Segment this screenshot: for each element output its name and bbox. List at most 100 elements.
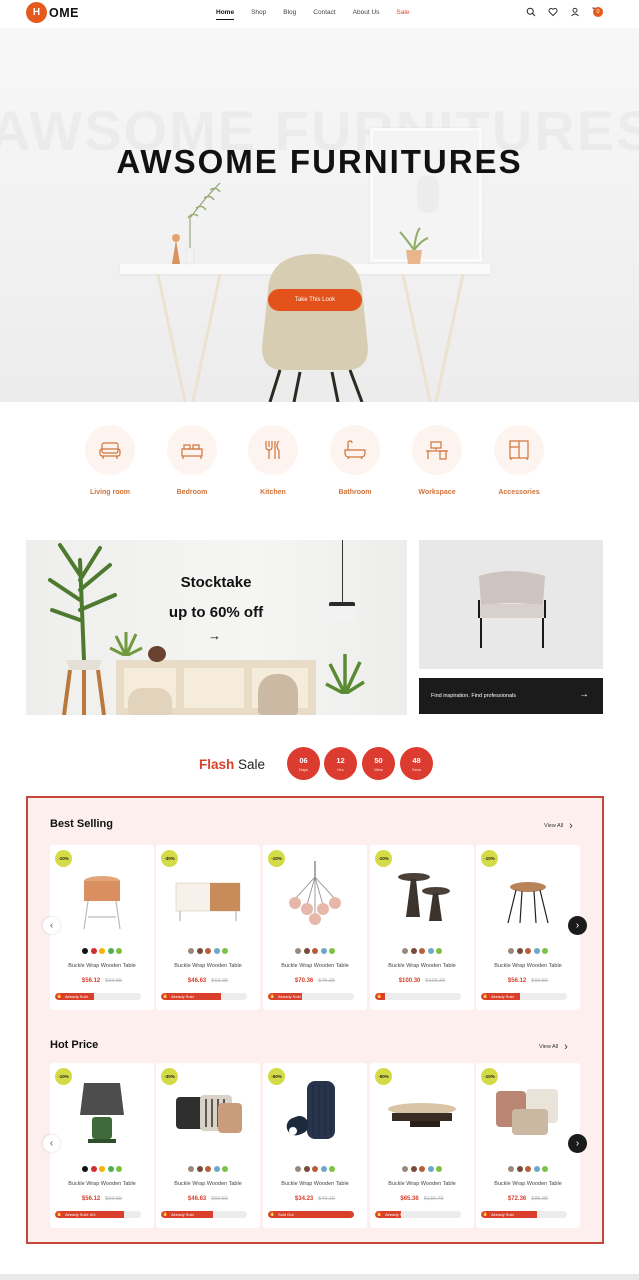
carousel-prev-button[interactable]: ‹	[43, 917, 60, 934]
product-card[interactable]: -10% Buckle Wrap Wooden Table $72.36 $85.35…	[476, 1063, 580, 1228]
arrow-right-icon[interactable]: →	[208, 628, 221, 643]
product-image[interactable]	[170, 857, 246, 933]
product-image[interactable]	[490, 857, 566, 933]
color-swatch[interactable]	[213, 1166, 220, 1172]
nav-blog[interactable]: Blog	[283, 9, 296, 16]
color-swatch[interactable]	[312, 948, 318, 954]
product-image[interactable]	[64, 857, 140, 933]
nav-about-us[interactable]: About Us	[353, 9, 380, 16]
product-card[interactable]: -10% Buckle Wrap Wooden Table $56.12 $69.55…	[50, 845, 154, 1010]
color-swatch[interactable]	[90, 1166, 97, 1172]
color-swatch[interactable]	[402, 948, 408, 954]
color-swatch[interactable]	[402, 1166, 408, 1172]
hot-price-view-all-link[interactable]: View All	[539, 1041, 568, 1053]
armchair-promo-image[interactable]	[419, 540, 603, 669]
product-name[interactable]: Buckle Wrap Wooden Table	[476, 1181, 580, 1187]
color-swatch[interactable]	[410, 1166, 417, 1172]
product-image[interactable]	[64, 1075, 140, 1151]
color-swatch[interactable]	[427, 1166, 434, 1172]
color-swatch[interactable]	[320, 948, 327, 954]
user-icon[interactable]	[569, 6, 581, 18]
color-swatch[interactable]	[542, 948, 548, 954]
product-image[interactable]	[384, 857, 460, 933]
product-image[interactable]	[384, 1075, 460, 1151]
product-name[interactable]: Buckle Wrap Wooden Table	[263, 1181, 367, 1187]
color-swatch[interactable]	[533, 948, 540, 954]
color-swatch[interactable]	[82, 948, 88, 954]
color-swatch[interactable]	[436, 948, 442, 954]
color-swatch[interactable]	[436, 1166, 442, 1172]
category-accessories[interactable]: Accessories	[479, 425, 559, 496]
color-swatch[interactable]	[99, 1166, 105, 1172]
color-swatch[interactable]	[329, 1166, 335, 1172]
search-icon[interactable]	[525, 6, 537, 18]
color-swatch[interactable]	[188, 1166, 194, 1172]
nav-home[interactable]: Home	[216, 9, 235, 20]
category-bedroom[interactable]: Bedroom	[152, 425, 232, 496]
best-selling-view-all-link[interactable]: View All	[544, 820, 573, 832]
logo[interactable]: H OME	[26, 2, 79, 23]
color-swatch[interactable]	[116, 948, 122, 954]
color-swatch[interactable]	[419, 1166, 425, 1172]
color-swatch[interactable]	[107, 1166, 114, 1172]
color-swatch[interactable]	[222, 948, 228, 954]
color-swatch[interactable]	[107, 948, 114, 954]
take-this-look-button[interactable]: Take This Look	[268, 289, 362, 311]
color-swatch[interactable]	[116, 1166, 122, 1172]
color-swatch[interactable]	[525, 948, 531, 954]
color-swatch[interactable]	[222, 1166, 228, 1172]
color-swatch[interactable]	[295, 948, 301, 954]
arrow-right-icon[interactable]: →	[579, 689, 589, 700]
color-swatch[interactable]	[419, 948, 425, 954]
product-card[interactable]: -30% Buckle Wrap Wooden Table $46.63 $50.55…	[156, 1063, 260, 1228]
color-swatch[interactable]	[196, 948, 203, 954]
product-name[interactable]: Buckle Wrap Wooden Table	[263, 963, 367, 969]
color-swatch[interactable]	[508, 948, 514, 954]
product-card[interactable]: -10% Buckle Wrap Wooden Table $56.12 $69.55…	[476, 845, 580, 1010]
product-card[interactable]: -50% Buckle Wrap Wooden Table $65.36 $130.7…	[370, 1063, 474, 1228]
nav-shop[interactable]: Shop	[251, 9, 266, 16]
color-swatch[interactable]	[320, 1166, 327, 1172]
color-swatch[interactable]	[188, 948, 194, 954]
heart-icon[interactable]	[547, 6, 559, 18]
carousel-prev-button[interactable]: ‹	[43, 1135, 60, 1152]
product-image[interactable]	[277, 1075, 353, 1151]
color-swatch[interactable]	[295, 1166, 301, 1172]
color-swatch[interactable]	[303, 948, 310, 954]
color-swatch[interactable]	[329, 948, 335, 954]
color-swatch[interactable]	[516, 1166, 523, 1172]
product-name[interactable]: Buckle Wrap Wooden Table	[156, 1181, 260, 1187]
category-kitchen[interactable]: Kitchen	[233, 425, 313, 496]
product-image[interactable]	[277, 857, 353, 933]
category-workspace[interactable]: Workspace	[397, 425, 477, 496]
product-name[interactable]: Buckle Wrap Wooden Table	[370, 963, 474, 969]
carousel-next-button[interactable]: ›	[568, 916, 587, 935]
product-name[interactable]: Buckle Wrap Wooden Table	[50, 963, 154, 969]
color-swatch[interactable]	[410, 948, 417, 954]
product-card[interactable]: -10% Buckle Wrap Wooden Table $56.12 $69.55…	[50, 1063, 154, 1228]
color-swatch[interactable]	[82, 1166, 88, 1172]
category-bathroom[interactable]: Bathroom	[315, 425, 395, 496]
color-swatch[interactable]	[516, 948, 523, 954]
nav-sale[interactable]: Sale	[396, 9, 409, 16]
product-card[interactable]: -30% Buckle Wrap Wooden Table $46.63 $63.35…	[156, 845, 260, 1010]
product-name[interactable]: Buckle Wrap Wooden Table	[50, 1181, 154, 1187]
product-card[interactable]: -10% Buckle Wrap Wooden Table $70.36 $75.35…	[263, 845, 367, 1010]
color-swatch[interactable]	[196, 1166, 203, 1172]
color-swatch[interactable]	[533, 1166, 540, 1172]
stocktake-promo-banner[interactable]: Stocktake up to 60% off →	[26, 540, 407, 715]
color-swatch[interactable]	[205, 1166, 211, 1172]
color-swatch[interactable]	[90, 948, 97, 954]
product-name[interactable]: Buckle Wrap Wooden Table	[476, 963, 580, 969]
find-inspiration-bar[interactable]: Find inspiration. Find professionals →	[419, 678, 603, 714]
color-swatch[interactable]	[205, 948, 211, 954]
color-swatch[interactable]	[427, 948, 434, 954]
product-name[interactable]: Buckle Wrap Wooden Table	[370, 1181, 474, 1187]
nav-contact[interactable]: Contact	[313, 9, 335, 16]
color-swatch[interactable]	[525, 1166, 531, 1172]
category-living-room[interactable]: Living room	[70, 425, 150, 496]
color-swatch[interactable]	[303, 1166, 310, 1172]
color-swatch[interactable]	[99, 948, 105, 954]
product-name[interactable]: Buckle Wrap Wooden Table	[156, 963, 260, 969]
color-swatch[interactable]	[542, 1166, 548, 1172]
